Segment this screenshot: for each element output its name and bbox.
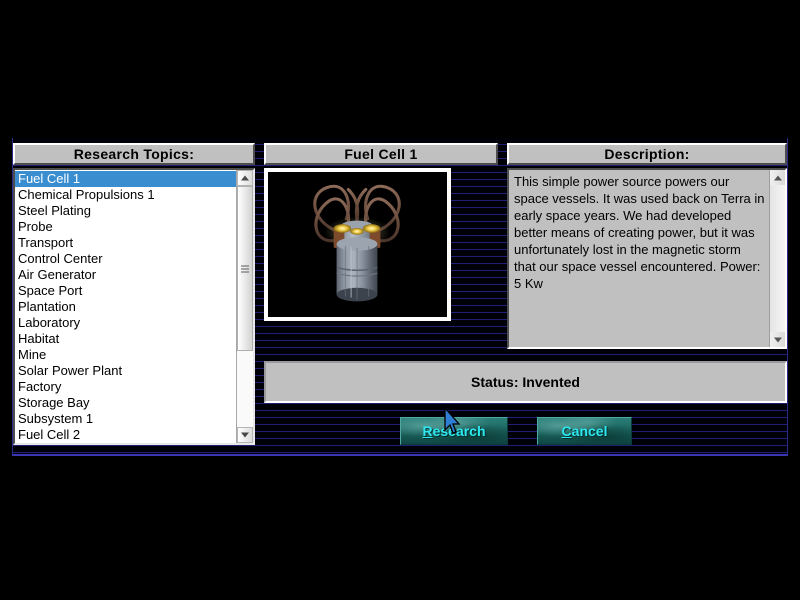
cancel-button-label: Cancel [562, 423, 608, 439]
description-caption: Description: [507, 143, 787, 165]
list-item[interactable]: Subsystem 1 [15, 411, 236, 427]
list-item[interactable]: Transport [15, 235, 236, 251]
research-button[interactable]: Research [400, 417, 508, 445]
status-bar: Status: Invented [264, 361, 787, 403]
cancel-label-rest: ancel [571, 423, 608, 439]
description-scrollbar[interactable] [769, 170, 785, 347]
list-item[interactable]: Plantation [15, 299, 236, 315]
list-item[interactable]: Probe [15, 219, 236, 235]
list-item[interactable]: Habitat [15, 331, 236, 347]
research-topics-items[interactable]: Fuel Cell 1 Chemical Propulsions 1 Steel P… [15, 170, 236, 443]
description-textbox[interactable]: This simple power source powers our spac… [507, 168, 787, 349]
list-item[interactable]: Solar Power Plant [15, 363, 236, 379]
preview-image-frame [264, 168, 451, 321]
scrollbar-track[interactable] [237, 186, 253, 427]
research-topics-listbox[interactable]: Fuel Cell 1 Chemical Propulsions 1 Steel P… [13, 168, 255, 445]
scroll-down-arrow-icon[interactable] [770, 332, 785, 347]
list-item[interactable]: Steel Plating [15, 203, 236, 219]
list-item[interactable]: Fuel Cell 1 [15, 171, 236, 187]
research-button-label: Research [422, 423, 485, 439]
list-item[interactable]: Laboratory [15, 315, 236, 331]
game-screen: Research Topics: Fuel Cell 1 Chemical Pro… [0, 0, 800, 600]
scroll-up-arrow-icon[interactable] [770, 170, 785, 185]
list-item[interactable]: Chemical Propulsions 1 [15, 187, 236, 203]
preview-title-caption: Fuel Cell 1 [264, 143, 498, 165]
research-topics-scrollbar[interactable] [236, 170, 253, 443]
list-item[interactable]: Air Generator [15, 267, 236, 283]
fuel-cell-illustration [268, 172, 447, 317]
list-item[interactable]: Factory [15, 379, 236, 395]
list-item[interactable]: Fuel Cell 2 [15, 427, 236, 443]
cancel-accel-key: C [561, 423, 572, 439]
scrollbar-grip-icon [241, 265, 249, 272]
list-item[interactable]: Mine [15, 347, 236, 363]
list-item[interactable]: Control Center [15, 251, 236, 267]
cancel-button[interactable]: Cancel [537, 417, 632, 445]
list-item[interactable]: Space Port [15, 283, 236, 299]
research-topics-caption: Research Topics: [13, 143, 255, 165]
research-label-rest: esearch [432, 423, 486, 439]
fuel-cell-render-image [268, 172, 447, 317]
description-text: This simple power source powers our spac… [514, 174, 765, 291]
list-item[interactable]: Storage Bay [15, 395, 236, 411]
scroll-up-arrow-icon[interactable] [237, 170, 253, 186]
scroll-down-arrow-icon[interactable] [237, 427, 253, 443]
research-accel-key: R [422, 423, 433, 439]
scrollbar-thumb[interactable] [237, 186, 253, 351]
